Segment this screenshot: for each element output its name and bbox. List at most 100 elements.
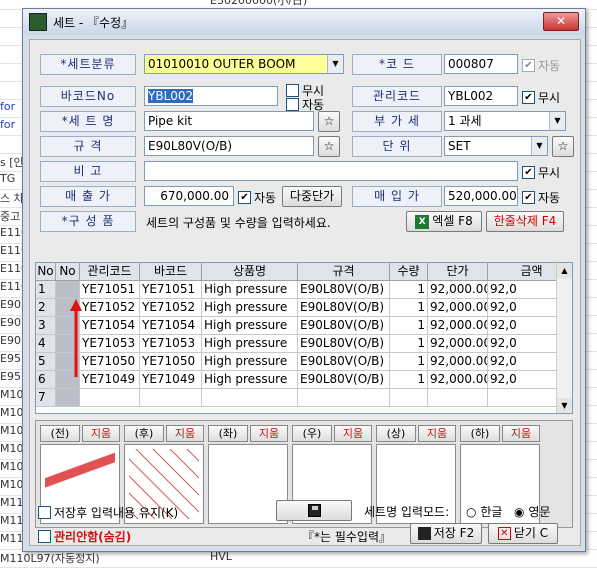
grid-cell[interactable] <box>80 389 140 407</box>
grid-header-cell[interactable]: 수량 <box>390 263 428 281</box>
grid-cell[interactable]: E90L80V(O/B) <box>298 371 390 389</box>
save-button[interactable]: 저장 F2 <box>410 523 482 544</box>
grid-cell[interactable]: YE71053 <box>140 335 202 353</box>
grid-cell[interactable] <box>428 389 488 407</box>
image-slot-label[interactable]: (우) <box>292 425 332 442</box>
grid-cell[interactable]: E90L80V(O/B) <box>298 335 390 353</box>
grid-cell[interactable]: YE71054 <box>140 317 202 335</box>
delete-row-button[interactable]: 한줄삭제 F4 <box>486 211 564 232</box>
multi-price-button[interactable]: 다중단가 <box>282 186 342 207</box>
grid-cell[interactable]: High pressure <box>202 317 298 335</box>
grid-cell[interactable]: 1 <box>390 317 428 335</box>
image-delete-button[interactable]: 지움 <box>250 425 288 442</box>
grid-cell[interactable]: 92,000.00 <box>428 281 488 299</box>
grid-cell[interactable]: E90L80V(O/B) <box>298 281 390 299</box>
grid-header-cell[interactable]: 상품명 <box>202 263 298 281</box>
grid-cell[interactable]: YE71051 <box>80 281 140 299</box>
buy-auto-checkbox[interactable]: ✔ 자동 <box>522 189 560 206</box>
image-slot-label[interactable]: (후) <box>124 425 164 442</box>
grid-cell[interactable]: YE71051 <box>140 281 202 299</box>
star-icon[interactable]: ☆ <box>552 136 574 157</box>
grid-cell[interactable]: High pressure <box>202 371 298 389</box>
grid-header-cell[interactable]: 바코드 <box>140 263 202 281</box>
code-auto-checkbox[interactable]: ✔ 자동 <box>522 57 560 74</box>
note-none-checkbox[interactable]: ✔ 무시 <box>522 164 560 181</box>
grid-cell[interactable]: 92,000.00 <box>428 299 488 317</box>
scroll-up-icon[interactable]: ▲ <box>557 263 572 278</box>
components-grid[interactable]: No No 관리코드 바코드 상품명 규격 수량 단가 금액 1 YE71051 YE71051 Hi… <box>35 262 573 414</box>
image-slot-label[interactable]: (전) <box>40 425 80 442</box>
note-input[interactable] <box>144 161 518 181</box>
grid-cell[interactable]: YE71053 <box>80 335 140 353</box>
grid-cell[interactable] <box>202 389 298 407</box>
row-number-cell[interactable]: 1 <box>36 281 56 299</box>
spec-input[interactable]: E90L80V(O/B) <box>144 136 314 156</box>
grid-cell[interactable]: YE71050 <box>140 353 202 371</box>
sale-price-input[interactable]: 670,000.00 <box>144 186 234 206</box>
barcode-input[interactable]: YBL002 <box>144 86 278 106</box>
unit-select[interactable]: SET ▼ <box>444 136 548 156</box>
grid-cell[interactable]: High pressure <box>202 335 298 353</box>
image-slot-label[interactable]: (좌) <box>208 425 248 442</box>
mgmt-code-input[interactable]: YBL002 <box>444 86 518 106</box>
grid-cell[interactable]: 92,000.00 <box>428 353 488 371</box>
row-number-cell[interactable]: 5 <box>36 353 56 371</box>
buy-price-input[interactable]: 520,000.00 <box>444 186 518 206</box>
scroll-down-icon[interactable]: ▼ <box>557 398 572 413</box>
grid-vertical-scrollbar[interactable]: ▲ ▼ <box>556 263 572 413</box>
image-delete-button[interactable]: 지움 <box>166 425 204 442</box>
grid-cell[interactable]: High pressure <box>202 281 298 299</box>
set-category-select[interactable]: 01010010 OUTER BOOM ▼ <box>144 54 344 74</box>
keep-input-checkbox[interactable]: 저장후 입력내용 유지(K) <box>38 504 178 521</box>
grid-cell[interactable]: 1 <box>390 335 428 353</box>
grid-header-cell[interactable]: No <box>36 263 56 281</box>
excel-button[interactable]: X 엑셀 F8 <box>406 211 482 232</box>
image-delete-button[interactable]: 지움 <box>82 425 120 442</box>
star-icon[interactable]: ☆ <box>318 136 340 157</box>
image-delete-button[interactable]: 지움 <box>502 425 540 442</box>
mode-english-radio[interactable]: ◉ 영문 <box>514 503 550 520</box>
grid-cell[interactable]: 92,000.00 <box>428 317 488 335</box>
grid-cell[interactable]: 1 <box>390 353 428 371</box>
code-input[interactable]: 000807 <box>444 54 518 74</box>
grid-cell[interactable]: YE71054 <box>80 317 140 335</box>
row-number-cell[interactable]: 7 <box>36 389 56 407</box>
vat-select[interactable]: 1 과세 ▼ <box>444 111 566 131</box>
grid-cell[interactable]: E90L80V(O/B) <box>298 353 390 371</box>
set-name-input[interactable]: Pipe kit <box>144 111 314 131</box>
close-button[interactable]: ✕ 닫기 C <box>488 523 558 544</box>
grid-cell[interactable]: 1 <box>390 299 428 317</box>
chevron-down-icon[interactable]: ▼ <box>327 55 343 73</box>
star-icon[interactable]: ☆ <box>318 111 340 132</box>
grid-cell[interactable] <box>56 281 80 299</box>
mode-korean-radio[interactable]: ○ 한글 <box>466 503 502 520</box>
chevron-down-icon[interactable]: ▼ <box>549 112 565 130</box>
image-delete-button[interactable]: 지움 <box>334 425 372 442</box>
grid-header-cell[interactable]: 단가 <box>428 263 488 281</box>
grid-cell[interactable]: 1 <box>390 371 428 389</box>
grid-cell[interactable] <box>298 389 390 407</box>
grid-cell[interactable]: High pressure <box>202 353 298 371</box>
grid-header-cell[interactable]: 관리코드 <box>80 263 140 281</box>
grid-cell[interactable]: YE71049 <box>140 371 202 389</box>
grid-cell[interactable]: High pressure <box>202 299 298 317</box>
sale-auto-checkbox[interactable]: ✔ 자동 <box>238 189 276 206</box>
grid-cell[interactable]: 92,000.00 <box>428 371 488 389</box>
grid-cell[interactable] <box>390 389 428 407</box>
grid-cell[interactable]: YE71052 <box>140 299 202 317</box>
grid-cell[interactable] <box>56 389 80 407</box>
image-slot-label[interactable]: (상) <box>376 425 416 442</box>
grid-cell[interactable]: 1 <box>390 281 428 299</box>
grid-header-cell[interactable]: 규격 <box>298 263 390 281</box>
grid-cell[interactable] <box>140 389 202 407</box>
chevron-down-icon[interactable]: ▼ <box>531 137 547 155</box>
image-slot-label[interactable]: (하) <box>460 425 500 442</box>
floppy-button[interactable] <box>276 500 352 521</box>
grid-cell[interactable]: E90L80V(O/B) <box>298 299 390 317</box>
grid-cell[interactable]: YE71050 <box>80 353 140 371</box>
row-number-cell[interactable]: 3 <box>36 317 56 335</box>
row-number-cell[interactable]: 2 <box>36 299 56 317</box>
mgmt-hidden-checkbox[interactable]: 관리안함(숨김) <box>38 528 131 545</box>
mgmt-none-checkbox[interactable]: ✔ 무시 <box>522 89 560 106</box>
grid-cell[interactable]: E90L80V(O/B) <box>298 317 390 335</box>
